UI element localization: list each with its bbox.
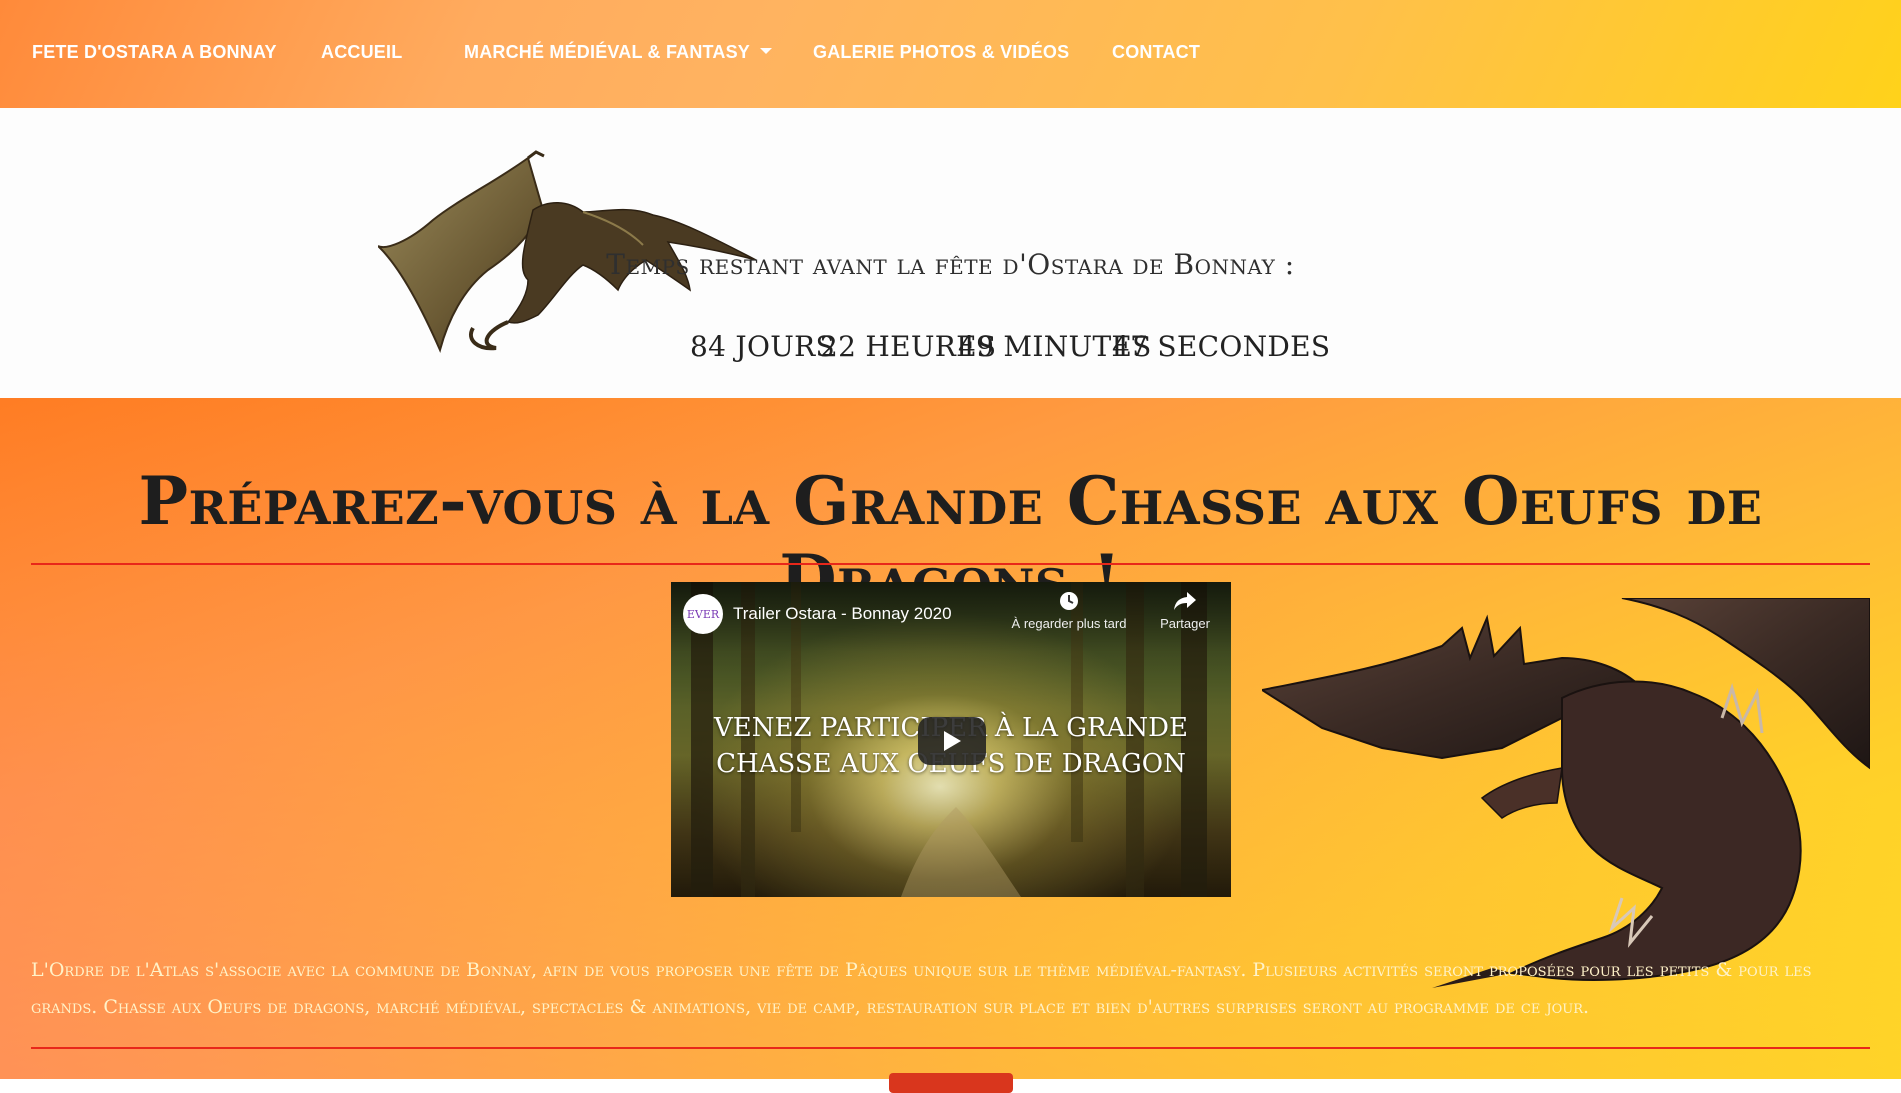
nav-item-marche-label: MARCHÉ MÉDIÉVAL & FANTASY xyxy=(464,42,751,62)
nav-item-marche[interactable]: MARCHÉ MÉDIÉVAL & FANTASY xyxy=(464,42,773,63)
divider-bottom xyxy=(31,1047,1870,1049)
cta-button[interactable] xyxy=(889,1073,1013,1093)
video-player[interactable]: EVER Trailer Ostara - Bonnay 2020 À rega… xyxy=(671,582,1231,897)
countdown-seconds: 47 SECONDES xyxy=(1112,330,1331,363)
dragon-large-image xyxy=(1262,598,1870,988)
countdown-title: Temps restant avant la fête d'Ostara de … xyxy=(606,248,1295,281)
share-icon xyxy=(1174,592,1196,610)
watch-later-button[interactable]: À regarder plus tard xyxy=(1009,590,1129,631)
nav-brand[interactable]: FETE D'OSTARA A BONNAY xyxy=(32,42,277,63)
navbar: FETE D'OSTARA A BONNAY ACCUEIL MARCHÉ MÉ… xyxy=(0,0,1901,108)
nav-item-galerie[interactable]: GALERIE PHOTOS & VIDÉOS xyxy=(813,42,1069,63)
clock-icon xyxy=(1060,592,1078,610)
share-button[interactable]: Partager xyxy=(1153,590,1217,631)
nav-item-accueil[interactable]: ACCUEIL xyxy=(321,42,402,63)
countdown-days: 84 JOURS xyxy=(690,330,835,363)
video-title[interactable]: Trailer Ostara - Bonnay 2020 xyxy=(733,604,952,624)
watch-later-label: À regarder plus tard xyxy=(1011,616,1127,631)
share-label: Partager xyxy=(1160,616,1210,631)
play-icon[interactable] xyxy=(918,717,986,765)
intro-description: L'Ordre de l'Atlas s'associe avec la com… xyxy=(31,959,1812,1018)
caret-down-icon xyxy=(760,48,773,55)
divider-top xyxy=(31,563,1870,565)
nav-item-contact[interactable]: CONTACT xyxy=(1112,42,1200,63)
channel-logo[interactable]: EVER xyxy=(683,594,723,634)
